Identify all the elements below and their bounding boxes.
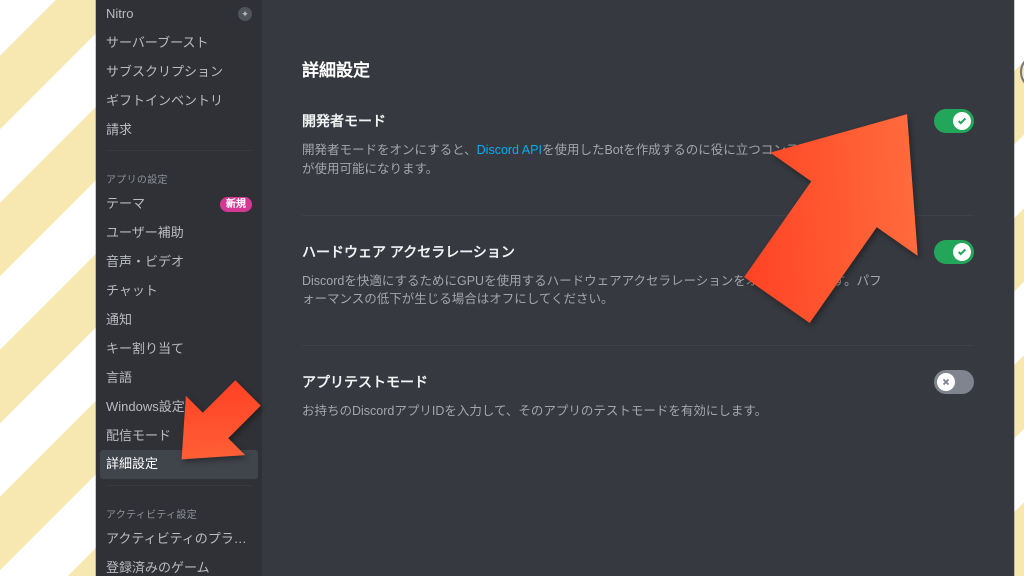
- setting-divider: [302, 215, 974, 216]
- sidebar-item-label: ギフトインベントリ: [106, 93, 223, 110]
- setting-description: お持ちのDiscordアプリIDを入力して、そのアプリのテストモードを有効にしま…: [302, 402, 892, 421]
- sidebar-item-label: 通知: [106, 312, 132, 329]
- sidebar-divider: [106, 150, 252, 151]
- sidebar-item-label: サーバーブースト: [106, 35, 208, 52]
- check-icon: [957, 116, 967, 126]
- x-icon: [941, 377, 951, 387]
- sidebar-item-notifications[interactable]: 通知: [96, 306, 262, 335]
- sidebar-divider: [106, 485, 252, 486]
- sidebar-item-nitro[interactable]: Nitro ✦: [96, 0, 262, 29]
- nitro-icon: ✦: [238, 7, 252, 21]
- sidebar-item-label: Windows設定: [106, 399, 185, 416]
- sidebar-item-voice-video[interactable]: 音声・ビデオ: [96, 248, 262, 277]
- setting-developer-mode: 開発者モード 開発者モードをオンにすると、Discord APIを使用したBot…: [302, 109, 974, 179]
- sidebar-item-label: Nitro: [106, 6, 133, 23]
- sidebar-header-app-settings: アプリの設定: [96, 157, 262, 190]
- toggle-knob: [937, 373, 955, 391]
- sidebar-item-activity-privacy[interactable]: アクティビティのプラ…: [96, 525, 262, 554]
- setting-description: 開発者モードをオンにすると、Discord APIを使用したBotを作成するのに…: [302, 141, 892, 179]
- setting-title: ハードウェア アクセラレーション: [302, 242, 515, 262]
- sidebar-item-windows-settings[interactable]: Windows設定: [96, 393, 262, 422]
- new-badge: 新規: [220, 197, 252, 212]
- sidebar-item-label: ユーザー補助: [106, 225, 184, 242]
- setting-title: アプリテストモード: [302, 372, 428, 392]
- settings-content: 詳細設定 開発者モード 開発者モードをオンにすると、Discord APIを使用…: [262, 0, 1014, 576]
- sidebar-item-gift-inventory[interactable]: ギフトインベントリ: [96, 87, 262, 116]
- setting-hardware-acceleration: ハードウェア アクセラレーション Discordを快適にするためにGPUを使用す…: [302, 240, 974, 310]
- sidebar-item-label: 請求: [106, 122, 132, 139]
- sidebar-item-accessibility[interactable]: ユーザー補助: [96, 219, 262, 248]
- settings-sidebar: Nitro ✦ サーバーブースト サブスクリプション ギフトインベントリ 請求 …: [96, 0, 262, 576]
- sidebar-item-label: 音声・ビデオ: [106, 254, 184, 271]
- sidebar-item-label: 配信モード: [106, 428, 171, 445]
- developer-mode-toggle[interactable]: [934, 109, 974, 133]
- sidebar-item-streamer-mode[interactable]: 配信モード: [96, 422, 262, 451]
- sidebar-item-label: テーマ: [106, 196, 145, 213]
- close-button[interactable]: [1020, 54, 1024, 90]
- sidebar-item-advanced[interactable]: 詳細設定: [100, 450, 258, 479]
- sidebar-item-language[interactable]: 言語: [96, 364, 262, 393]
- sidebar-item-label: サブスクリプション: [106, 64, 223, 81]
- sidebar-item-registered-games[interactable]: 登録済みのゲーム: [96, 554, 262, 576]
- sidebar-item-label: チャット: [106, 283, 158, 300]
- discord-api-link[interactable]: Discord API: [477, 143, 542, 157]
- sidebar-item-label: キー割り当て: [106, 341, 184, 358]
- toggle-knob: [953, 243, 971, 261]
- setting-description: Discordを快適にするためにGPUを使用するハードウェアアクセラレーションを…: [302, 272, 892, 310]
- sidebar-item-server-boost[interactable]: サーバーブースト: [96, 29, 262, 58]
- setting-title: 開発者モード: [302, 111, 386, 131]
- app-test-mode-toggle[interactable]: [934, 370, 974, 394]
- sidebar-item-chat[interactable]: チャット: [96, 277, 262, 306]
- close-panel: ESC: [1016, 54, 1024, 108]
- setting-app-test-mode: アプリテストモード お持ちのDiscordアプリIDを入力して、そのアプリのテス…: [302, 370, 974, 421]
- page-title: 詳細設定: [302, 56, 974, 81]
- sidebar-header-activity-settings: アクティビティ設定: [96, 492, 262, 525]
- esc-label: ESC: [1016, 96, 1024, 108]
- sidebar-item-label: 登録済みのゲーム: [106, 560, 210, 576]
- sidebar-item-billing[interactable]: 請求: [96, 116, 262, 145]
- setting-divider: [302, 345, 974, 346]
- sidebar-item-keybinds[interactable]: キー割り当て: [96, 335, 262, 364]
- settings-window: Nitro ✦ サーバーブースト サブスクリプション ギフトインベントリ 請求 …: [96, 0, 1014, 576]
- sidebar-item-label: 詳細設定: [106, 456, 158, 473]
- sidebar-item-label: 言語: [106, 370, 132, 387]
- check-icon: [957, 247, 967, 257]
- sidebar-item-label: アクティビティのプラ…: [106, 531, 247, 548]
- hardware-acceleration-toggle[interactable]: [934, 240, 974, 264]
- toggle-knob: [953, 112, 971, 130]
- sidebar-item-theme[interactable]: テーマ 新規: [96, 190, 262, 219]
- sidebar-item-subscription[interactable]: サブスクリプション: [96, 58, 262, 87]
